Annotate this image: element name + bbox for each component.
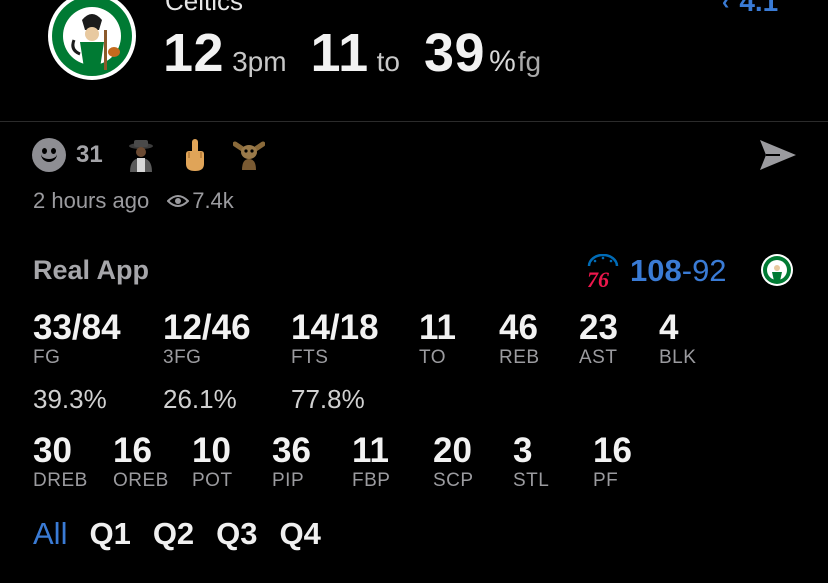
fg-percentage: 39.3% — [33, 384, 107, 414]
threes-made-label: 3pm — [232, 46, 287, 77]
view-count: 7.4k — [192, 188, 234, 213]
post-meta: 2 hours ago 7.4k — [33, 188, 234, 214]
eye-icon — [167, 195, 190, 207]
corner-score[interactable]: ‹ 4.1 — [722, 0, 778, 18]
chevron-left-icon: ‹ — [722, 0, 730, 14]
corner-score-value: 4.1 — [739, 0, 779, 17]
fg-pct-value: 39 — [424, 23, 486, 83]
score-home: 108 — [630, 253, 682, 288]
stat-fbp: 11 FBP — [352, 431, 391, 491]
tab-q3[interactable]: Q3 — [216, 516, 257, 552]
middle-finger-emoji-icon[interactable] — [179, 138, 211, 172]
celtics-small-logo-icon — [761, 254, 793, 286]
stat-stl: 3 STL — [513, 431, 550, 491]
celtics-logo-icon — [48, 0, 136, 80]
stat-dreb: 30 DREB — [33, 431, 88, 491]
time-ago: 2 hours ago — [33, 188, 150, 213]
3fg-percentage: 26.1% — [163, 384, 237, 414]
reactions-bar[interactable]: 31 — [32, 138, 265, 172]
smiley-reaction-icon[interactable] — [32, 138, 66, 172]
headline-stats: 12 3pm 11 to 39 % fg — [163, 22, 541, 84]
score-away: 92 — [692, 253, 727, 288]
detective-emoji-icon[interactable] — [125, 138, 157, 172]
final-score: 108-92 — [630, 253, 727, 289]
stat-scp: 20 SCP — [433, 431, 474, 491]
gremlin-emoji-icon[interactable] — [232, 138, 265, 172]
stat-oreb: 16 OREB — [113, 431, 169, 491]
quarter-tabs: All Q1 Q2 Q3 Q4 — [33, 516, 343, 552]
stat-pot: 10 POT — [192, 431, 233, 491]
score-separator: - — [681, 253, 693, 288]
tab-q1[interactable]: Q1 — [89, 516, 130, 552]
section-divider — [0, 121, 828, 122]
stat-pip: 36 PIP — [272, 431, 311, 491]
stat-pf: 16 PF — [593, 431, 632, 491]
box-score-title: Real App — [33, 255, 150, 285]
stat-blk: 4 BLK — [659, 308, 697, 368]
stat-fg: 33/84 FG — [33, 308, 121, 368]
stat-ast: 23 AST — [579, 308, 618, 368]
turnovers-value: 11 — [310, 23, 369, 83]
sixers-logo-icon: 76 — [587, 254, 619, 290]
stat-reb: 46 REB — [499, 308, 540, 368]
tab-q4[interactable]: Q4 — [280, 516, 321, 552]
tab-all[interactable]: All — [33, 516, 67, 552]
stat-fts: 14/18 FTS — [291, 308, 379, 368]
team-name: Celtics — [165, 0, 244, 16]
send-icon[interactable] — [758, 138, 798, 172]
tab-q2[interactable]: Q2 — [153, 516, 194, 552]
stat-to: 11 TO — [419, 308, 456, 368]
fg-pct-label: fg — [517, 46, 542, 77]
svg-text:76: 76 — [587, 267, 609, 290]
turnovers-label: to — [376, 46, 400, 77]
reaction-count: 31 — [76, 141, 103, 168]
threes-made-value: 12 — [163, 23, 225, 83]
ft-percentage: 77.8% — [291, 384, 365, 414]
stat-3fg: 12/46 3FG — [163, 308, 251, 368]
fg-pct-unit: % — [489, 45, 516, 78]
